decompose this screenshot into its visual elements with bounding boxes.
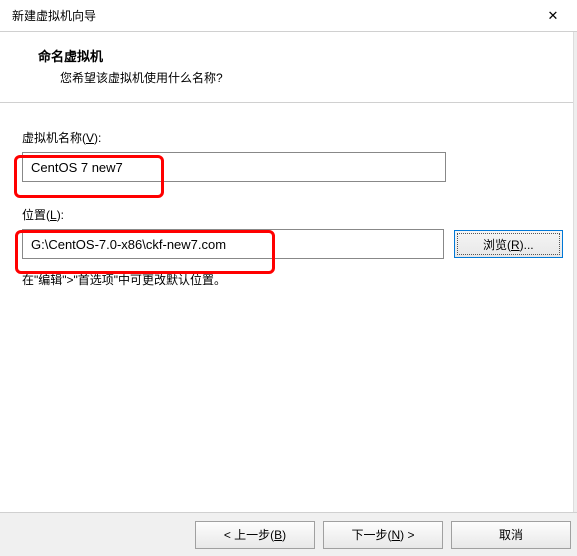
close-button[interactable]: ✕ (537, 4, 569, 28)
back-button[interactable]: < 上一步(B) (195, 521, 315, 549)
location-label: 位置(L): (22, 206, 563, 223)
browse-button[interactable]: 浏览(R)... (454, 230, 563, 258)
next-button[interactable]: 下一步(N) > (323, 521, 443, 549)
scrollbar-track (573, 32, 577, 512)
cancel-button[interactable]: 取消 (451, 521, 571, 549)
titlebar: 新建虚拟机向导 ✕ (0, 0, 577, 32)
vm-name-input[interactable] (22, 152, 446, 182)
vm-name-label: 虚拟机名称(V): (22, 129, 563, 146)
wizard-title: 命名虚拟机 (38, 46, 559, 65)
wizard-content: 虚拟机名称(V): 位置(L): 浏览(R)... 在"编辑">"首选项"中可更… (0, 103, 577, 298)
close-icon: ✕ (548, 8, 559, 24)
window-title: 新建虚拟机向导 (12, 7, 96, 24)
wizard-footer: < 上一步(B) 下一步(N) > 取消 (0, 512, 577, 556)
wizard-header: 命名虚拟机 您希望该虚拟机使用什么名称? (0, 32, 577, 103)
wizard-subtitle: 您希望该虚拟机使用什么名称? (38, 69, 559, 86)
location-hint: 在"编辑">"首选项"中可更改默认位置。 (22, 271, 563, 288)
location-input[interactable] (22, 229, 444, 259)
